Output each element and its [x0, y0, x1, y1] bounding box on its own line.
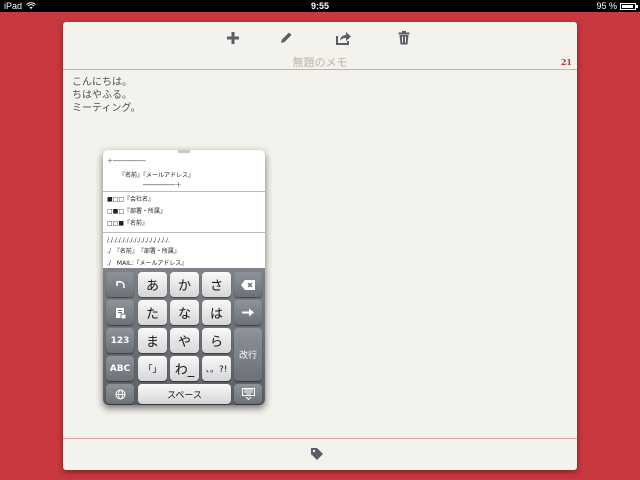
- kana-key[interactable]: ら: [202, 328, 231, 353]
- status-bar: iPad 9:55 95 %: [0, 0, 640, 12]
- template-divider: [103, 232, 265, 233]
- wa-key[interactable]: わ_: [170, 356, 199, 381]
- bracket-key[interactable]: 「」: [138, 356, 167, 381]
- template-item[interactable]: 『名前』『メールアドレス』: [103, 170, 265, 179]
- kana-key[interactable]: か: [170, 272, 199, 297]
- plus-icon: [227, 32, 239, 44]
- char-count: 21: [560, 57, 572, 67]
- popover-grip: [178, 150, 190, 153]
- kana-key[interactable]: あ: [138, 272, 167, 297]
- backspace-key[interactable]: [234, 272, 262, 297]
- kana-key[interactable]: さ: [202, 272, 231, 297]
- globe-icon: [115, 389, 125, 399]
- trash-icon: [398, 31, 410, 45]
- header-divider: [63, 69, 577, 70]
- pencil-icon: [281, 32, 292, 43]
- return-key[interactable]: 改行: [234, 328, 262, 381]
- template-item[interactable]: ＋─────────: [103, 156, 265, 165]
- undo-key[interactable]: [106, 272, 134, 297]
- template-item[interactable]: ■□□『会社名』: [103, 194, 265, 206]
- cursor-right-key[interactable]: [234, 300, 262, 325]
- footer-divider: [63, 438, 577, 439]
- numbers-key[interactable]: 123: [106, 328, 134, 353]
- note-line: ちはやふる。: [72, 90, 132, 101]
- template-divider: [103, 191, 265, 192]
- delete-button[interactable]: [395, 30, 413, 46]
- arrow-right-icon: [241, 308, 254, 317]
- keyboard-dismiss-icon: [241, 388, 255, 400]
- clock: 9:55: [310, 1, 329, 11]
- share-icon: [336, 32, 351, 45]
- template-item[interactable]: □□■『名前』: [103, 218, 265, 230]
- paste-key[interactable]: [106, 300, 134, 325]
- battery-percent: 95 %: [596, 1, 617, 11]
- share-button[interactable]: [335, 30, 353, 46]
- backspace-icon: [241, 279, 255, 290]
- paste-icon: [115, 307, 126, 319]
- note-line: こんにちは。: [72, 77, 132, 88]
- kana-keyboard: あ か さ た な は 123 ま や ら 改行 ABC 「」 わ_ 、。?! …: [103, 268, 265, 405]
- kana-key[interactable]: は: [202, 300, 231, 325]
- space-key[interactable]: スペース: [138, 384, 231, 404]
- note-body[interactable]: こんにちは。 ちはやふる。 ミーティング。: [72, 76, 141, 115]
- template-item[interactable]: □■□『部署・所属』: [103, 206, 265, 218]
- abc-key[interactable]: ABC: [106, 356, 134, 381]
- dismiss-keyboard-key[interactable]: [234, 384, 262, 404]
- add-note-button[interactable]: [224, 30, 242, 46]
- globe-key[interactable]: [106, 384, 134, 404]
- template-popover: ＋───────── 『名前』『メールアドレス』 ─────────＋ ■□□『…: [103, 150, 265, 405]
- kana-key[interactable]: な: [170, 300, 199, 325]
- template-item[interactable]: ─────────＋: [103, 180, 265, 189]
- edit-button[interactable]: [277, 30, 295, 46]
- note-title[interactable]: 無題のメモ: [63, 54, 577, 70]
- undo-icon: [115, 280, 125, 288]
- note-line: ミーティング。: [72, 103, 141, 114]
- kana-key[interactable]: た: [138, 300, 167, 325]
- kana-key[interactable]: ま: [138, 328, 167, 353]
- template-item[interactable]: /./././././././././././././././.: [103, 235, 265, 246]
- punctuation-key[interactable]: 、。?!: [202, 356, 231, 381]
- kana-key[interactable]: や: [170, 328, 199, 353]
- template-item[interactable]: ./ 『名前』 『部署・所属』: [103, 246, 265, 258]
- tag-button[interactable]: [310, 446, 324, 460]
- battery-icon: [620, 2, 638, 10]
- template-list: ＋───────── 『名前』『メールアドレス』 ─────────＋ ■□□『…: [103, 154, 265, 268]
- tag-icon: [311, 448, 323, 460]
